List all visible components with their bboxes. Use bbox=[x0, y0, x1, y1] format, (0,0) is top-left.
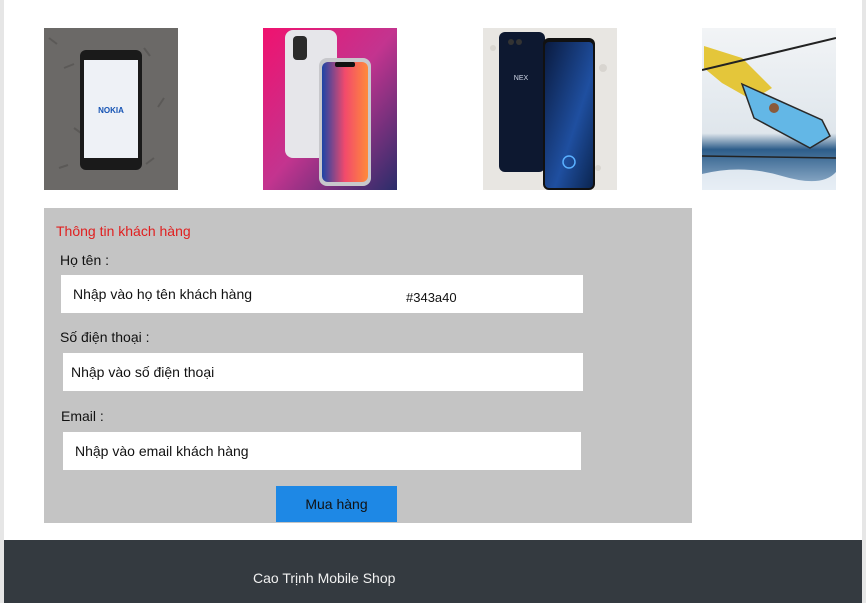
email-input[interactable]: Nhập vào email khách hàng bbox=[63, 432, 581, 470]
product-image-vivo-nex[interactable]: NEX bbox=[483, 28, 617, 190]
footer: Cao Trịnh Mobile Shop bbox=[4, 540, 862, 603]
name-input-placeholder: Nhập vào họ tên khách hàng bbox=[73, 286, 253, 302]
page: NOKIA NEX Thông tin khách hàng Họ tên: … bbox=[4, 0, 862, 540]
footer-shop-name: Cao Trịnh Mobile Shop bbox=[253, 570, 396, 586]
email-input-placeholder: Nhập vào email khách hàng bbox=[75, 443, 249, 459]
phone-label: Số điện thoại : bbox=[60, 329, 150, 345]
nex-logo-text: NEX bbox=[514, 75, 529, 82]
phone-input-placeholder: Nhập vào số điện thoại bbox=[71, 364, 215, 380]
color-note: #343a40 bbox=[406, 290, 457, 305]
product-image-iphone[interactable] bbox=[263, 28, 397, 190]
nokia-logo-text: NOKIA bbox=[98, 106, 124, 115]
customer-info-form: Thông tin khách hàng Họ tên : Nhập vào h… bbox=[44, 208, 692, 523]
product-image-nokia[interactable]: NOKIA bbox=[44, 28, 178, 190]
name-label: Họ tên : bbox=[60, 252, 110, 268]
name-input[interactable]: Nhập vào họ tên khách hàng bbox=[61, 275, 583, 313]
buy-button[interactable]: Mua hàng bbox=[276, 486, 397, 522]
form-title: Thông tin khách hàng bbox=[56, 223, 191, 239]
phone-input[interactable]: Nhập vào số điện thoại bbox=[63, 353, 583, 391]
email-label: Email : bbox=[61, 408, 104, 424]
product-image-windsurf[interactable] bbox=[702, 28, 836, 190]
